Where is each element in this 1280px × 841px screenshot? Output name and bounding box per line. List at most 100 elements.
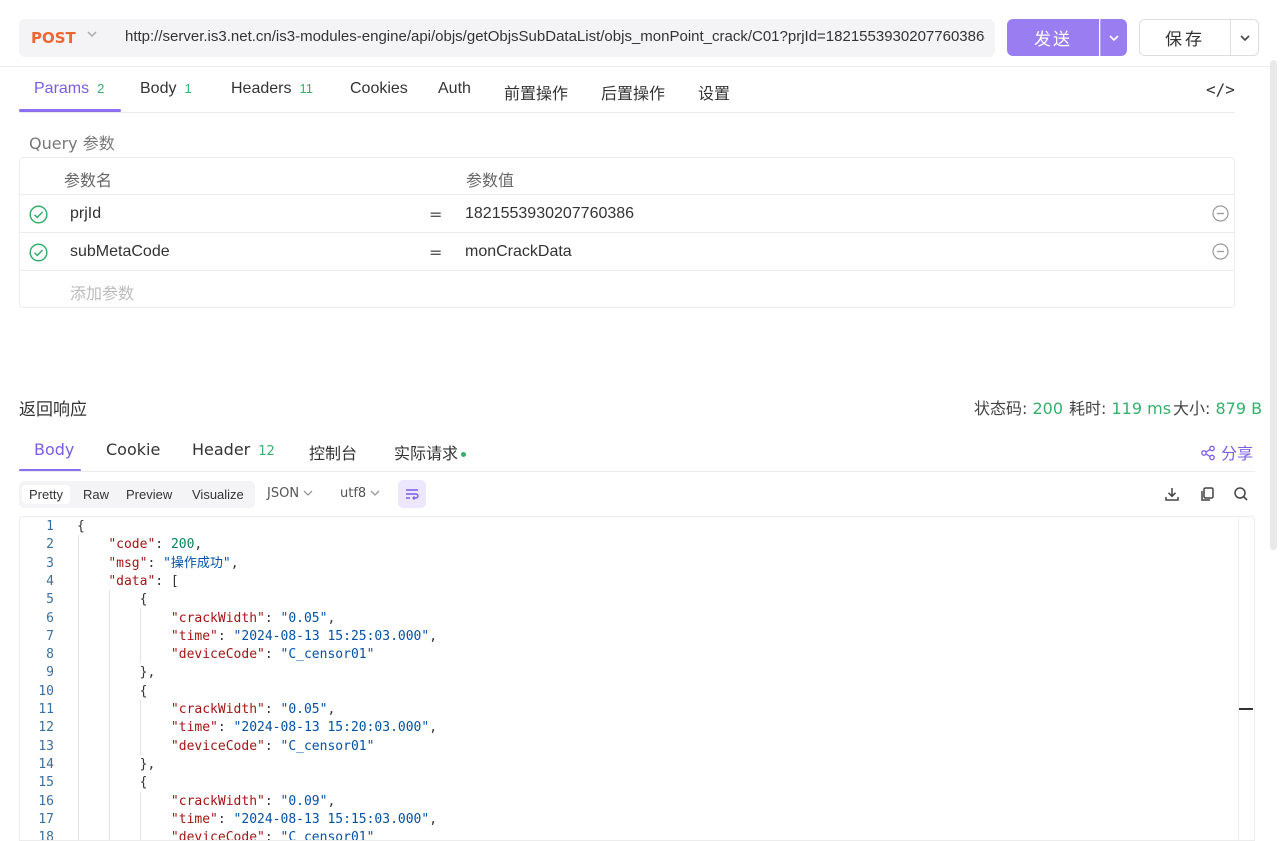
remove-circle-icon[interactable] xyxy=(1212,205,1229,222)
param-value[interactable]: 1821553930207760386 xyxy=(465,205,634,223)
chevron-down-icon[interactable] xyxy=(85,27,99,41)
code-token: "time" xyxy=(170,720,218,736)
code-token: "0.05" xyxy=(280,702,328,717)
code-token: "2024-08-13 15:15:03.000" xyxy=(233,811,430,827)
divider xyxy=(20,270,1234,271)
send-button[interactable]: 发送 xyxy=(1007,19,1099,56)
download-icon[interactable] xyxy=(1163,485,1181,503)
code-token: "0.05" xyxy=(280,610,328,626)
view-mode-preview[interactable]: Preview xyxy=(119,485,179,504)
save-button[interactable]: 保存 xyxy=(1139,19,1230,56)
line-number: 7 xyxy=(46,628,54,644)
code-token: "crackWidth" xyxy=(170,610,265,626)
code-token: "2024-08-13 15:25:03.000" xyxy=(233,628,430,644)
response-size: 大小: 879 B xyxy=(1173,399,1263,418)
add-param-input[interactable]: 添加参数 xyxy=(70,280,134,304)
response-tab-body[interactable]: Body xyxy=(34,440,74,459)
code-text: "crackWidth": "0.05", xyxy=(77,701,335,719)
code-text: "time": "2024-08-13 15:25:03.000", xyxy=(77,628,437,646)
query-section-label: Query 参数 xyxy=(29,134,115,153)
code-token: : xyxy=(217,811,234,827)
view-mode-raw[interactable]: Raw xyxy=(76,485,116,504)
tab-post-operations[interactable]: 后置操作 xyxy=(601,80,665,104)
code-token: "code" xyxy=(108,537,156,553)
copy-icon[interactable] xyxy=(1198,485,1216,503)
tab-pre-operations[interactable]: 前置操作 xyxy=(504,80,568,104)
response-tab-cookie[interactable]: Cookie xyxy=(106,440,160,459)
chevron-down-icon xyxy=(370,490,380,496)
response-tab-actual-request[interactable]: 实际请求 xyxy=(394,440,467,464)
url-input[interactable]: http://server.is3.net.cn/is3-modules-eng… xyxy=(125,28,985,45)
code-text: { xyxy=(77,591,148,609)
url-bar[interactable]: POST http://server.is3.net.cn/is3-module… xyxy=(19,19,995,57)
code-token: : xyxy=(217,628,234,644)
code-scrollbar[interactable] xyxy=(1238,518,1253,841)
response-body-viewer[interactable]: 1 {2 "code": 200, 3 "msg": "操作成功", 4 "data"… xyxy=(19,516,1255,841)
line-number: 6 xyxy=(46,610,54,626)
param-name[interactable]: subMetaCode xyxy=(70,243,170,261)
chevron-down-icon xyxy=(1109,34,1119,41)
code-text: }, xyxy=(77,664,156,682)
tab-params[interactable]: Params 2 xyxy=(34,80,104,98)
response-tab-console[interactable]: 控制台 xyxy=(309,440,357,464)
divider xyxy=(19,112,1235,113)
code-token: { xyxy=(77,775,148,791)
code-text: "time": "2024-08-13 15:20:03.000", xyxy=(77,719,437,737)
status-dot xyxy=(461,452,467,457)
page-scrollbar[interactable] xyxy=(1270,60,1277,550)
code-token: , xyxy=(230,555,239,571)
code-text: "deviceCode": "C_censor01" xyxy=(77,646,375,664)
view-mode-visualize[interactable]: Visualize xyxy=(185,485,251,504)
line-number: 16 xyxy=(38,793,54,809)
code-token: "0.09" xyxy=(280,793,328,809)
code-token: , xyxy=(429,628,438,644)
check-circle-icon[interactable] xyxy=(29,243,48,262)
code-text: "deviceCode": "C_censor01" xyxy=(77,738,375,756)
format-select[interactable]: JSON xyxy=(267,486,313,501)
line-number: 2 xyxy=(46,537,54,553)
code-token: : xyxy=(264,830,281,841)
search-icon[interactable] xyxy=(1232,485,1250,503)
line-number: 12 xyxy=(38,720,54,736)
tab-settings[interactable]: 设置 xyxy=(698,80,730,104)
line-number: 14 xyxy=(38,756,54,772)
word-wrap-button[interactable] xyxy=(398,480,426,508)
code-token: : xyxy=(147,555,164,571)
param-name-header: 参数名 xyxy=(64,171,113,190)
line-number: 15 xyxy=(38,775,54,791)
line-number: 13 xyxy=(38,738,54,754)
code-snippet-icon[interactable]: </> xyxy=(1206,80,1235,99)
response-tab-header[interactable]: Header 12 xyxy=(192,440,275,459)
line-number: 8 xyxy=(46,647,54,663)
share-button[interactable]: 分享 xyxy=(1200,440,1253,464)
code-token: , xyxy=(194,537,203,553)
encoding-select[interactable]: utf8 xyxy=(340,486,380,501)
check-circle-icon[interactable] xyxy=(29,205,48,224)
param-value[interactable]: monCrackData xyxy=(465,243,572,261)
response-status: 状态码: 200 xyxy=(974,399,1064,418)
tab-cookies[interactable]: Cookies xyxy=(350,80,408,98)
tab-headers[interactable]: Headers 11 xyxy=(231,80,313,98)
line-number: 4 xyxy=(46,573,54,589)
tab-body[interactable]: Body 1 xyxy=(140,80,192,98)
save-options-button[interactable] xyxy=(1230,19,1259,56)
remove-circle-icon[interactable] xyxy=(1212,243,1229,260)
code-text: "crackWidth": "0.05", xyxy=(77,610,335,628)
method-select[interactable]: POST xyxy=(31,29,76,47)
code-token: : xyxy=(264,738,281,754)
scrollbar-thumb[interactable] xyxy=(1239,708,1253,710)
code-token: : xyxy=(264,610,281,626)
param-name[interactable]: prjId xyxy=(70,205,101,223)
line-number: 1 xyxy=(46,519,54,534)
code-text: { xyxy=(77,774,148,792)
view-mode-pretty[interactable]: Pretty xyxy=(22,485,70,504)
send-options-button[interactable] xyxy=(1100,19,1127,56)
tab-auth[interactable]: Auth xyxy=(438,80,471,98)
code-token: "C_censor01" xyxy=(280,738,375,754)
code-token: : xyxy=(217,720,234,736)
